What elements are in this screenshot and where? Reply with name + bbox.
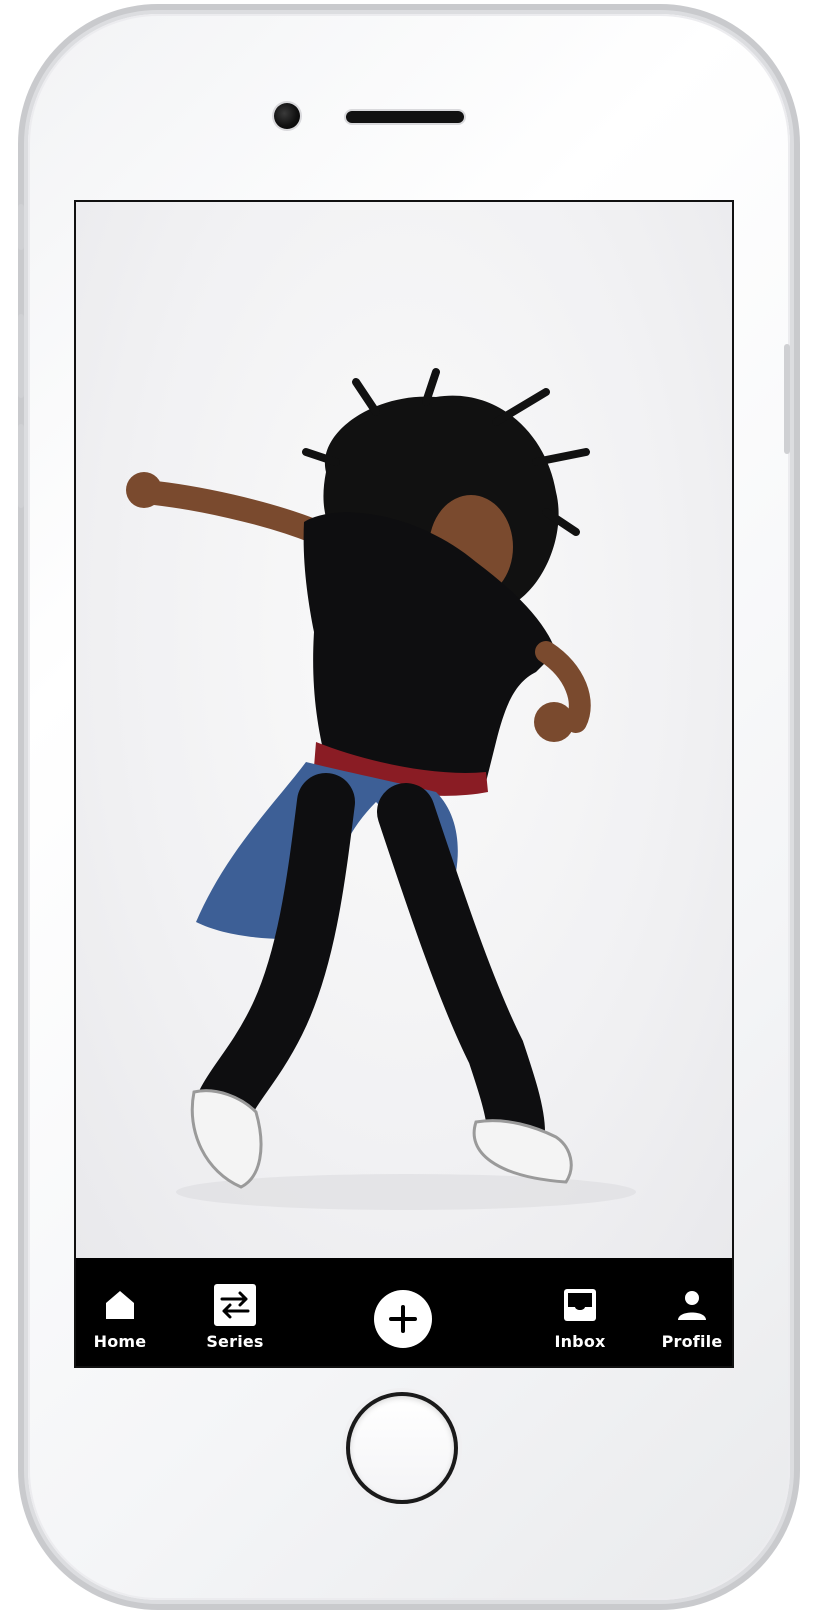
tab-home[interactable]: Home (90, 1278, 150, 1366)
home-button[interactable] (346, 1392, 458, 1504)
tab-home-label: Home (93, 1332, 147, 1351)
tab-profile-label: Profile (661, 1332, 723, 1351)
volume-down-button (18, 424, 24, 508)
add-button[interactable] (374, 1290, 432, 1348)
dancer-photo (76, 202, 732, 1258)
tab-inbox[interactable]: Inbox (550, 1278, 610, 1366)
tab-series[interactable]: Series (200, 1278, 270, 1366)
inbox-icon (562, 1280, 598, 1330)
plus-circle-icon (389, 1305, 417, 1333)
tab-inbox-label: Inbox (554, 1332, 606, 1351)
bottom-tab-bar: Home Series Inbox Profile (76, 1278, 732, 1366)
phone-frame: Home Series Inbox Profile (18, 14, 790, 1600)
front-camera (274, 103, 300, 129)
tab-profile[interactable]: Profile (660, 1278, 724, 1366)
dancer-illustration (126, 368, 636, 1210)
mute-switch (18, 204, 24, 250)
tab-series-label: Series (206, 1332, 264, 1351)
repeat-icon (213, 1280, 257, 1330)
person-icon (675, 1280, 709, 1330)
power-button (784, 344, 790, 454)
phone-screen: Home Series Inbox Profile (74, 200, 734, 1368)
volume-up-button (18, 314, 24, 398)
earpiece-speaker (346, 111, 464, 123)
home-icon (103, 1280, 137, 1330)
